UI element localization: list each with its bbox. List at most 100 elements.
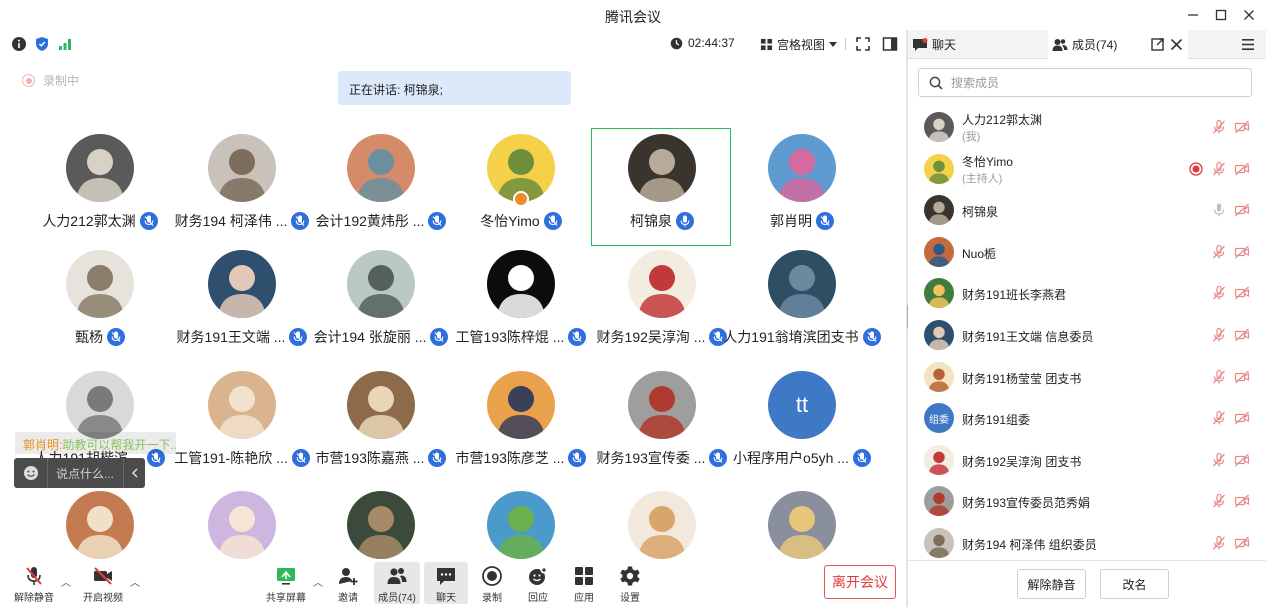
participant-tile[interactable]: 冬怡Yimo <box>451 129 591 247</box>
participant-tile[interactable]: 郭肖明 <box>732 129 872 247</box>
participant-tile[interactable]: 财务194 柯泽伟 ... <box>172 129 312 247</box>
participant-name: 会计194 张旋丽 ... <box>313 329 427 345</box>
mic-muted-icon[interactable] <box>1211 369 1227 385</box>
mic-muted-icon[interactable] <box>1211 285 1227 301</box>
member-row[interactable]: 组委 财务191组委 <box>908 397 1266 439</box>
recording-indicator: 录制中 <box>22 72 79 89</box>
sidebar-toggle-icon[interactable] <box>882 36 898 52</box>
start-video-button[interactable]: 开启视频 <box>80 562 126 604</box>
invite-button[interactable]: 邀请 <box>325 562 371 604</box>
camera-off-icon[interactable] <box>1234 410 1250 426</box>
share-screen-button[interactable]: 共享屏幕 <box>263 562 309 604</box>
fullscreen-icon[interactable] <box>855 36 871 52</box>
member-row[interactable]: 财务191班长李燕君 <box>908 272 1266 314</box>
collapse-chat-button[interactable] <box>123 458 145 488</box>
members-button[interactable]: 成员(74) <box>374 562 420 604</box>
participant-tile[interactable]: tt 小程序用户o5yh ... <box>732 366 872 484</box>
menu-icon[interactable] <box>1241 38 1255 51</box>
participant-avatar <box>347 371 415 439</box>
member-row[interactable]: 冬怡Yimo (主持人) <box>908 148 1266 190</box>
mic-muted-icon[interactable] <box>1211 410 1227 426</box>
participant-tile[interactable]: 人力212郭太渊 <box>30 129 170 247</box>
camera-off-icon[interactable] <box>1234 285 1250 301</box>
recording-label: 录制中 <box>43 74 80 88</box>
close-panel-icon[interactable] <box>1170 38 1183 51</box>
member-search-input[interactable] <box>951 75 1231 90</box>
member-row[interactable]: 人力212郭太渊 (我) <box>908 106 1266 148</box>
mic-muted-icon[interactable] <box>1211 493 1227 509</box>
emoji-button[interactable] <box>14 458 48 488</box>
view-mode-dropdown[interactable]: 宫格视图 <box>760 36 838 53</box>
member-name: 财务194 柯泽伟 组织委员 <box>962 538 1097 552</box>
participant-tile[interactable]: 市营193陈彦芝 ... <box>451 366 591 484</box>
camera-off-icon[interactable] <box>1234 369 1250 385</box>
record-button[interactable]: 录制 <box>470 562 514 604</box>
member-row[interactable]: 财务191杨莹莹 团支书 <box>908 356 1266 398</box>
camera-off-icon[interactable] <box>1234 535 1250 551</box>
member-row[interactable]: 财务194 柯泽伟 组织委员 <box>908 522 1266 564</box>
participant-tile[interactable]: 财务192吴淳洵 ... <box>592 245 732 363</box>
chat-placeholder[interactable]: 说点什么... <box>48 465 123 482</box>
reactions-button[interactable]: 回应 <box>516 562 560 604</box>
camera-off-icon[interactable] <box>1234 202 1250 218</box>
unmute-button[interactable]: 解除静音 <box>10 562 58 604</box>
participant-tile[interactable]: 会计192黄炜彤 ... <box>311 129 451 247</box>
speaking-indicator: 正在讲话: 柯锦泉; <box>338 71 571 105</box>
mic-muted-icon[interactable] <box>1211 535 1227 551</box>
camera-off-icon[interactable] <box>1234 244 1250 260</box>
tab-chat[interactable]: 聊天 <box>908 30 1048 59</box>
mic-muted-icon[interactable] <box>1211 327 1227 343</box>
reactions-label: 回应 <box>528 593 548 604</box>
video-options-chevron-icon[interactable]: ︿ <box>130 574 140 589</box>
camera-off-icon[interactable] <box>1234 493 1250 509</box>
chat-button[interactable]: 聊天 <box>424 562 468 604</box>
participant-tile[interactable]: 工管193陈梓焜 ... <box>451 245 591 363</box>
participant-tile[interactable]: 柯锦泉 <box>591 128 731 246</box>
member-row[interactable]: 财务193宣传委员范秀娟 <box>908 480 1266 522</box>
signal-icon[interactable] <box>57 36 73 52</box>
participant-name: 财务194 柯泽伟 ... <box>174 213 288 229</box>
unmute-all-button[interactable]: 解除静音 <box>1017 569 1086 599</box>
mic-muted-icon[interactable] <box>1211 244 1227 260</box>
pop-out-icon[interactable] <box>1151 38 1164 51</box>
side-panel-tabs: 聊天 成员(74) <box>908 30 1266 59</box>
camera-off-icon[interactable] <box>1234 161 1250 177</box>
participant-tile[interactable]: 财务191王文端 ... <box>172 245 312 363</box>
maximize-button[interactable] <box>1210 4 1232 26</box>
close-window-button[interactable] <box>1238 4 1260 26</box>
participant-tile[interactable]: 市营193陈嘉燕 ... <box>311 366 451 484</box>
share-options-chevron-icon[interactable]: ︿ <box>313 574 323 589</box>
member-row[interactable]: Nuo栀 <box>908 231 1266 273</box>
minimize-button[interactable] <box>1182 4 1204 26</box>
leave-meeting-button[interactable]: 离开会议 <box>824 565 896 599</box>
camera-off-icon[interactable] <box>1234 119 1250 135</box>
chat-sender: 郭肖明: <box>23 438 63 452</box>
mic-muted-icon[interactable] <box>1211 119 1227 135</box>
participant-tile[interactable]: 工管191-陈艳欣 ... <box>172 366 312 484</box>
camera-off-icon[interactable] <box>1234 452 1250 468</box>
meeting-top-bar: 02:44:37 宫格视图 <box>0 30 906 58</box>
apps-button[interactable]: 应用 <box>562 562 606 604</box>
participant-tile[interactable]: 甄杨 <box>30 245 170 363</box>
member-row[interactable]: 柯锦泉 <box>908 189 1266 231</box>
participant-name: 市营193陈彦芝 ... <box>455 450 565 466</box>
mic-muted-icon[interactable] <box>1211 452 1227 468</box>
info-icon[interactable] <box>11 36 27 52</box>
rename-button[interactable]: 改名 <box>1100 569 1169 599</box>
participant-tile[interactable]: 会计194 张旋丽 ... <box>311 245 451 363</box>
quick-chat-input[interactable]: 说点什么... <box>14 458 145 488</box>
mic-muted-icon[interactable] <box>1211 161 1227 177</box>
mic-icon[interactable] <box>1211 202 1227 218</box>
audio-options-chevron-icon[interactable]: ︿ <box>61 574 71 589</box>
tab-members[interactable]: 成员(74) <box>1048 30 1188 59</box>
member-row[interactable]: 财务192吴淳洵 团支书 <box>908 439 1266 481</box>
member-search[interactable] <box>918 68 1252 97</box>
member-row[interactable]: 财务191王文端 信息委员 <box>908 314 1266 356</box>
minimize-icon <box>1188 14 1198 16</box>
camera-off-icon[interactable] <box>1234 327 1250 343</box>
participant-tile[interactable]: 人力191翁堉滨团支书 <box>723 245 881 363</box>
shield-icon[interactable] <box>34 36 50 52</box>
participant-avatar <box>66 134 134 202</box>
settings-button[interactable]: 设置 <box>608 562 652 604</box>
participant-tile[interactable]: 财务193宣传委 ... <box>592 366 732 484</box>
